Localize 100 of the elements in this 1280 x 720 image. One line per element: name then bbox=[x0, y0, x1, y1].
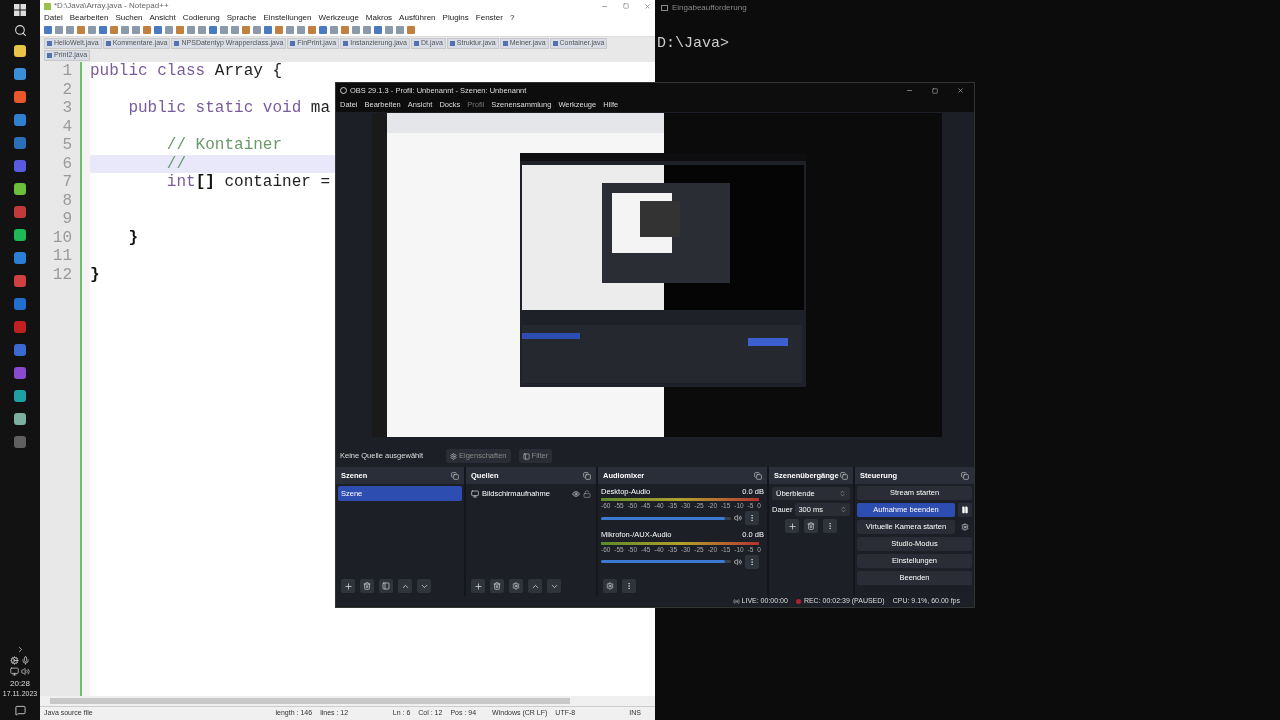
undock-icon[interactable] bbox=[840, 471, 848, 480]
horizontal-scrollbar[interactable] bbox=[40, 696, 655, 706]
undock-icon[interactable] bbox=[451, 471, 459, 480]
eye-icon[interactable] bbox=[572, 489, 580, 498]
line-number: 8 bbox=[62, 191, 72, 210]
app-icon[interactable] bbox=[14, 45, 26, 57]
trash-icon bbox=[493, 582, 501, 590]
panel-icon bbox=[522, 452, 530, 460]
monitor-icon bbox=[471, 489, 479, 498]
menu-item[interactable]: Codierung bbox=[182, 12, 220, 24]
unlock-icon[interactable] bbox=[583, 489, 591, 498]
start-icon[interactable] bbox=[14, 4, 26, 16]
maximize-icon[interactable] bbox=[623, 3, 629, 9]
settings-button[interactable] bbox=[509, 579, 523, 593]
more-button[interactable] bbox=[622, 579, 636, 593]
menu-item[interactable]: Datei bbox=[44, 12, 63, 24]
volume-icon[interactable] bbox=[21, 667, 30, 676]
file-icon bbox=[552, 41, 558, 46]
app-icon[interactable] bbox=[14, 68, 26, 80]
close-icon[interactable] bbox=[644, 2, 651, 10]
more-icon bbox=[748, 557, 756, 566]
line-number: 5 bbox=[62, 136, 72, 155]
app-icon[interactable] bbox=[14, 114, 26, 126]
volume-icon[interactable] bbox=[734, 557, 742, 566]
line-number: 1 bbox=[62, 62, 72, 81]
app-icon[interactable] bbox=[14, 390, 26, 402]
delete-button[interactable] bbox=[490, 579, 504, 593]
gear-icon bbox=[450, 452, 457, 460]
monitor-icon[interactable] bbox=[10, 667, 19, 676]
plus-icon bbox=[473, 581, 483, 591]
panel-icon bbox=[382, 582, 390, 590]
menu-item[interactable]: Sprache bbox=[226, 12, 257, 24]
settings-button[interactable] bbox=[958, 520, 972, 534]
app-icon[interactable] bbox=[14, 252, 26, 264]
search-icon[interactable] bbox=[13, 24, 27, 37]
volume-icon[interactable] bbox=[734, 514, 742, 523]
notification-icon[interactable] bbox=[14, 705, 26, 716]
trash-icon bbox=[363, 582, 371, 590]
minimize-icon[interactable] bbox=[906, 87, 913, 94]
add-button[interactable] bbox=[471, 579, 485, 593]
broadcast-icon bbox=[732, 598, 740, 605]
file-icon bbox=[105, 41, 111, 46]
more-button[interactable] bbox=[745, 511, 759, 526]
file-icon bbox=[502, 41, 508, 46]
delete-button[interactable] bbox=[360, 579, 374, 593]
trash-icon bbox=[807, 522, 815, 530]
line-number: 6 bbox=[62, 154, 72, 173]
app-icon[interactable] bbox=[14, 183, 26, 195]
move-down-button[interactable] bbox=[547, 579, 561, 593]
code-line: int[] container = bbox=[165, 173, 331, 191]
move-up-button[interactable] bbox=[528, 579, 542, 593]
menu-item[interactable]: Einstellungen bbox=[263, 12, 312, 24]
gear-icon bbox=[961, 523, 969, 531]
undock-icon[interactable] bbox=[583, 471, 591, 480]
move-down-button[interactable] bbox=[417, 579, 431, 593]
line-number: 2 bbox=[62, 80, 72, 99]
delete-button[interactable] bbox=[804, 519, 818, 533]
add-button[interactable] bbox=[785, 519, 799, 533]
menu-item[interactable]: Fenster bbox=[475, 12, 503, 24]
plus-icon bbox=[787, 521, 797, 531]
microphone-icon[interactable] bbox=[21, 656, 30, 665]
filter-button[interactable] bbox=[379, 579, 393, 593]
menu-item[interactable]: Werkzeuge bbox=[318, 12, 359, 24]
pause-button[interactable] bbox=[958, 503, 972, 517]
clock-time: 20:28 bbox=[10, 679, 30, 689]
file-icon bbox=[47, 53, 52, 58]
line-number: 12 bbox=[52, 265, 72, 284]
terminal-icon bbox=[661, 5, 668, 11]
app-icon bbox=[44, 2, 51, 10]
command-prompt: D:\Java> bbox=[657, 34, 730, 54]
more-button[interactable] bbox=[745, 554, 759, 569]
code-line: public class Array { bbox=[90, 62, 283, 80]
menu-item[interactable]: Makros bbox=[365, 12, 393, 24]
menu-item[interactable]: Bearbeiten bbox=[69, 12, 109, 24]
menu-item[interactable]: Plugins bbox=[442, 12, 469, 24]
line-number: 9 bbox=[62, 210, 72, 229]
plus-icon bbox=[343, 581, 353, 591]
undock-icon[interactable] bbox=[754, 471, 762, 480]
advanced-audio-button[interactable] bbox=[603, 579, 617, 593]
move-up-button[interactable] bbox=[398, 579, 412, 593]
menu-item[interactable]: ? bbox=[509, 12, 515, 24]
app-icon[interactable] bbox=[14, 229, 26, 241]
more-icon bbox=[826, 522, 834, 530]
undock-icon[interactable] bbox=[961, 471, 969, 480]
app-icon[interactable] bbox=[14, 91, 26, 103]
menu-item[interactable]: Ansicht bbox=[149, 12, 176, 24]
file-icon bbox=[290, 41, 296, 46]
menu-item[interactable]: Suchen bbox=[115, 12, 143, 24]
app-icon[interactable] bbox=[14, 413, 26, 425]
more-icon bbox=[748, 514, 756, 523]
window-title: *D:\Java\Array.java - Notepad++ bbox=[54, 0, 169, 12]
menu-item[interactable]: Ausführen bbox=[399, 12, 436, 24]
pause-icon bbox=[961, 506, 969, 514]
gear-icon[interactable] bbox=[10, 656, 19, 665]
file-icon bbox=[343, 41, 349, 46]
line-number: 11 bbox=[52, 247, 72, 266]
add-button[interactable] bbox=[341, 579, 355, 593]
code-line: public static void ma bbox=[127, 99, 331, 117]
more-button[interactable] bbox=[823, 519, 837, 533]
code-line: // bbox=[165, 154, 186, 173]
